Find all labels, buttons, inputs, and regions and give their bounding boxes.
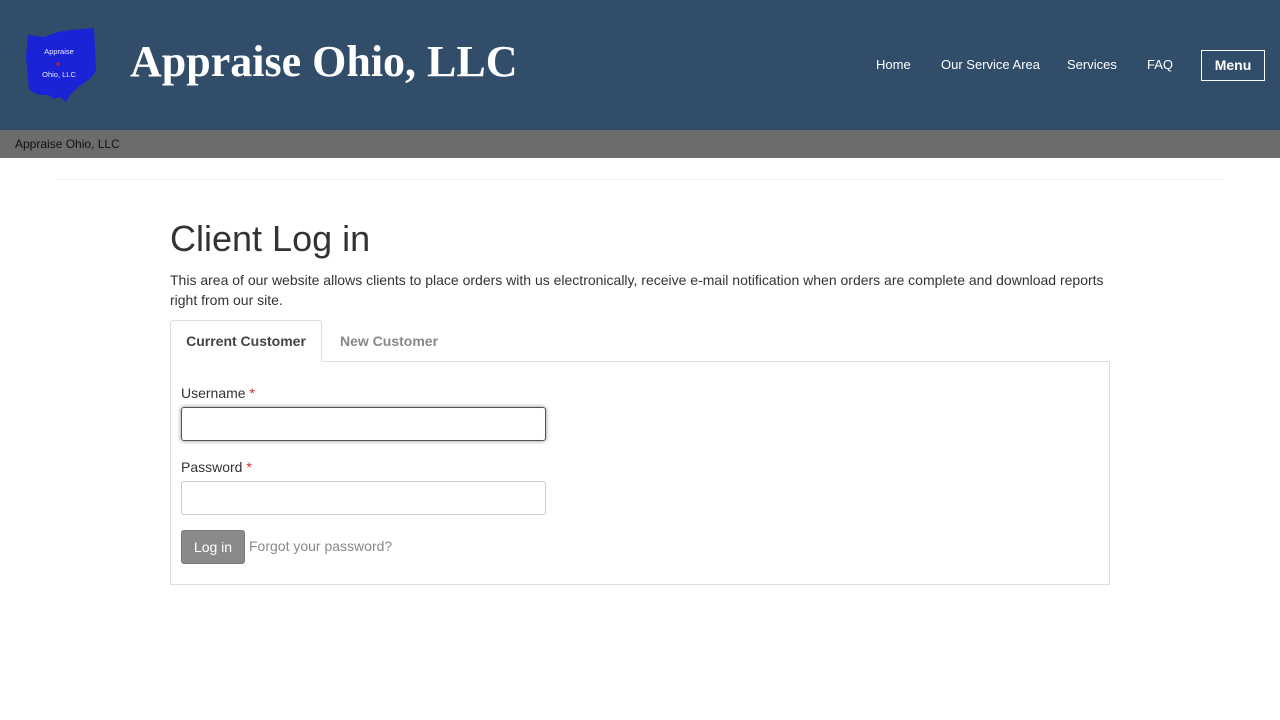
nav-service-area[interactable]: Our Service Area — [941, 57, 1040, 73]
username-label-text: Username — [181, 385, 246, 401]
site-header: Appraise Ohio, LLC Appraise Ohio, LLC Ho… — [0, 0, 1280, 130]
password-label-text: Password — [181, 459, 243, 475]
login-button[interactable]: Log in — [181, 530, 245, 564]
nav-services[interactable]: Services — [1067, 57, 1117, 73]
required-marker: * — [249, 385, 255, 401]
page-title: Client Log in — [170, 218, 371, 259]
forgot-password-link[interactable]: Forgot your password? — [249, 537, 392, 555]
required-marker: * — [246, 459, 252, 475]
menu-button[interactable]: Menu — [1201, 50, 1265, 81]
username-input[interactable] — [181, 407, 546, 441]
username-label: Username * — [181, 384, 255, 402]
tab-new-customer[interactable]: New Customer — [340, 331, 438, 351]
breadcrumb: Appraise Ohio, LLC — [0, 130, 1280, 158]
intro-text: This area of our website allows clients … — [170, 272, 1104, 308]
divider — [56, 179, 1224, 180]
logo-text-line2: Ohio, LLC — [42, 70, 76, 79]
nav-faq[interactable]: FAQ — [1147, 57, 1173, 73]
breadcrumb-item[interactable]: Appraise Ohio, LLC — [15, 137, 120, 151]
nav-home[interactable]: Home — [876, 57, 911, 73]
password-input[interactable] — [181, 481, 546, 515]
logo-text-line1: Appraise — [44, 47, 74, 56]
password-label: Password * — [181, 458, 252, 476]
tab-current-customer[interactable]: Current Customer — [170, 320, 322, 362]
ohio-logo-icon[interactable]: Appraise Ohio, LLC — [24, 27, 98, 103]
site-title[interactable]: Appraise Ohio, LLC — [130, 36, 518, 88]
